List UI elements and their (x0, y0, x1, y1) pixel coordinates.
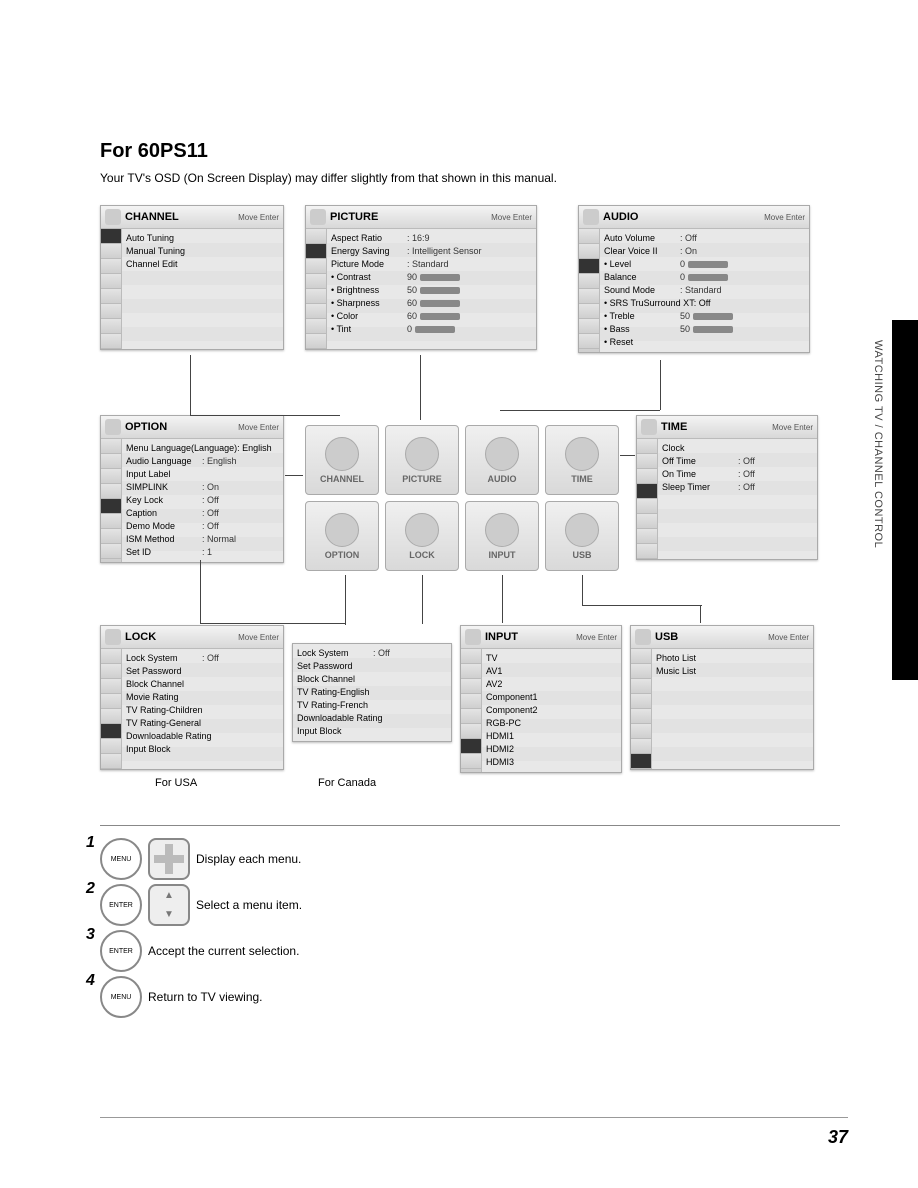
time-icon (641, 419, 657, 435)
panel-option: OPTIONMove Enter Menu Language(Language)… (100, 415, 284, 563)
caption-canada: For Canada (318, 777, 376, 789)
panel-usb: USBMove Enter Photo ListMusic List (630, 625, 814, 770)
usb-icon (635, 629, 651, 645)
panel-input: INPUTMove Enter TVAV1AV2Component1Compon… (460, 625, 622, 773)
hub-option[interactable]: OPTION (305, 501, 379, 571)
hub-audio[interactable]: AUDIO (465, 425, 539, 495)
side-tab-marker (892, 320, 918, 680)
lock-icon (105, 629, 121, 645)
intro-text: Your TV's OSD (On Screen Display) may di… (100, 171, 858, 185)
channel-icon (105, 209, 121, 225)
hub-usb[interactable]: USB (545, 501, 619, 571)
caption-usa: For USA (155, 777, 197, 789)
step-text: Display each menu. (196, 852, 301, 866)
panel-time: TIMEMove Enter ClockOff Time: OffOn Time… (636, 415, 818, 560)
section-label: WATCHING TV / CHANNEL CONTROL (872, 340, 884, 548)
hub-picture[interactable]: PICTURE (385, 425, 459, 495)
hub-lock[interactable]: LOCK (385, 501, 459, 571)
page-title: For 60PS11 (100, 140, 858, 163)
remote-menu-button: MENU (100, 976, 142, 1018)
option-icon (105, 419, 121, 435)
dpad-icon (148, 838, 190, 880)
remote-menu-button: MENU (100, 838, 142, 880)
menu-hub: CHANNELPICTUREAUDIOTIME OPTIONLOCKINPUTUS… (305, 425, 619, 571)
step-1: 1MENUDisplay each menu. (100, 838, 840, 880)
hub-input[interactable]: INPUT (465, 501, 539, 571)
osd-diagram: CHANNELMove Enter Auto TuningManual Tuni… (100, 205, 840, 815)
hub-channel[interactable]: CHANNEL (305, 425, 379, 495)
manual-page: WATCHING TV / CHANNEL CONTROL 37 For 60P… (0, 0, 918, 1188)
step-4: 4MENUReturn to TV viewing. (100, 976, 840, 1018)
panel-lock-canada: Lock System: OffSet PasswordBlock Channe… (292, 643, 452, 742)
panel-lock-usa: LOCKMove Enter Lock System: OffSet Passw… (100, 625, 284, 770)
step-text: Return to TV viewing. (148, 990, 263, 1004)
picture-icon (310, 209, 326, 225)
page-number: 37 (828, 1127, 848, 1148)
audio-icon (583, 209, 599, 225)
step-text: Select a menu item. (196, 898, 302, 912)
remote-enter-button: ENTER (100, 884, 142, 926)
footer-rule (100, 1117, 848, 1118)
hub-time[interactable]: TIME (545, 425, 619, 495)
panel-picture: PICTUREMove Enter Aspect Ratio: 16:9Ener… (305, 205, 537, 350)
updown-icon: ▲▼ (148, 884, 190, 926)
remote-enter-button: ENTER (100, 930, 142, 972)
step-text: Accept the current selection. (148, 944, 299, 958)
steps-section: 1MENUDisplay each menu.2ENTER▲▼Select a … (100, 825, 840, 1018)
step-2: 2ENTER▲▼Select a menu item. (100, 884, 840, 926)
input-icon (465, 629, 481, 645)
panel-audio: AUDIOMove Enter Auto Volume: OffClear Vo… (578, 205, 810, 353)
panel-channel: CHANNELMove Enter Auto TuningManual Tuni… (100, 205, 284, 350)
step-3: 3ENTERAccept the current selection. (100, 930, 840, 972)
